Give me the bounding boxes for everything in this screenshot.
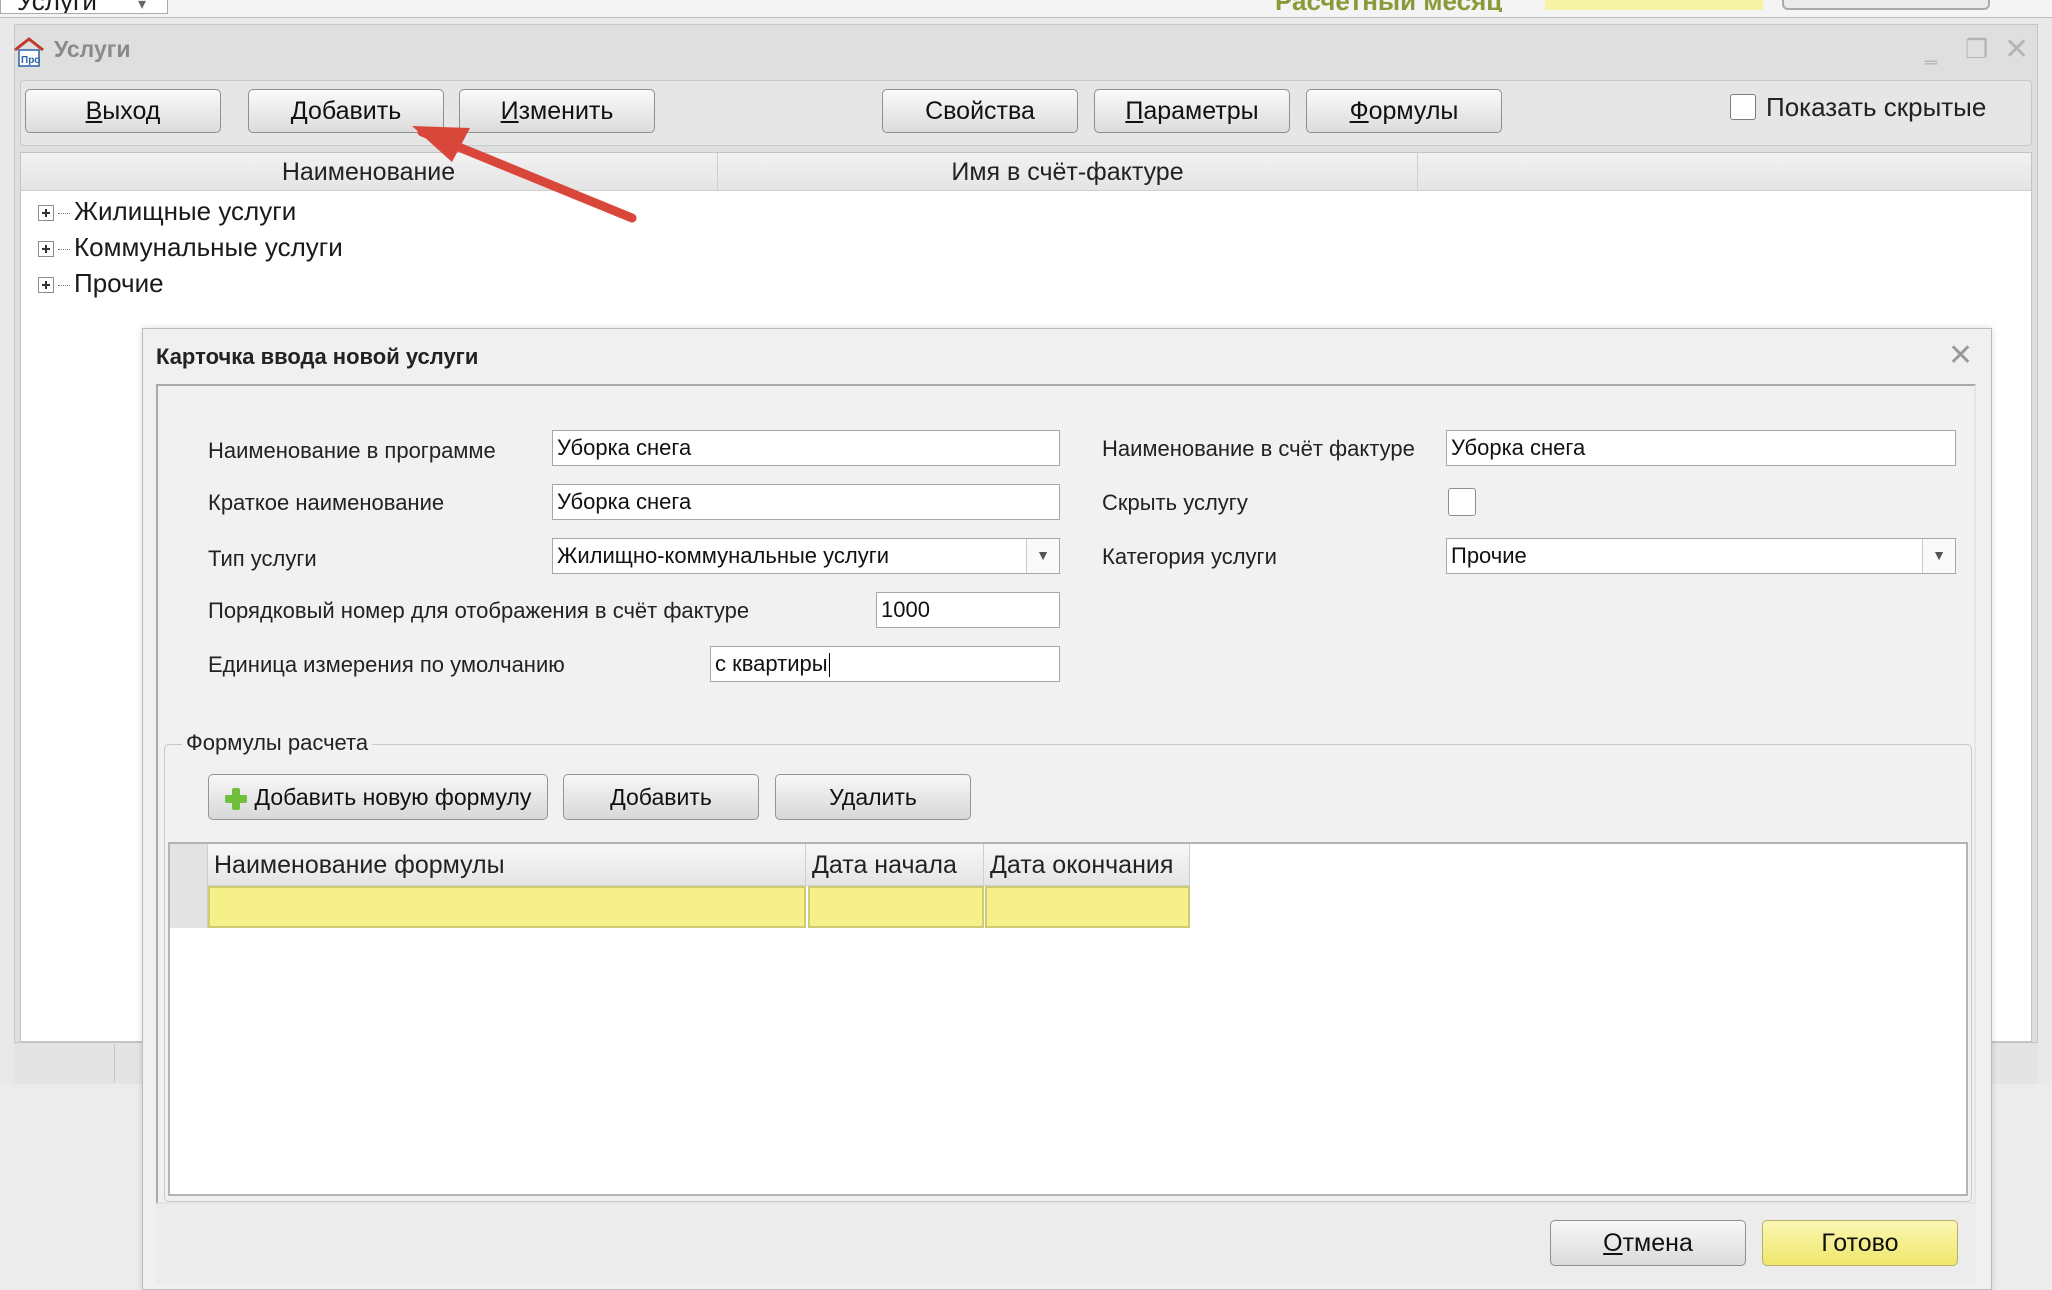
text-caret xyxy=(828,653,830,678)
tree-item-other[interactable]: Прочие xyxy=(38,266,164,300)
unit-input[interactable]: с квартиры xyxy=(710,646,1060,682)
name-program-label: Наименование в программе xyxy=(208,438,496,463)
chevron-down-icon[interactable]: ▼ xyxy=(1922,539,1955,573)
tree-item-housing[interactable]: Жилищные услуги xyxy=(38,194,296,228)
formulas-button[interactable]: Формулы xyxy=(1306,89,1502,133)
tree-item-label: Прочие xyxy=(74,268,164,298)
properties-button[interactable]: Свойства xyxy=(882,89,1078,133)
formula-name-header[interactable]: Наименование формулы xyxy=(208,844,806,886)
show-hidden-label: Показать скрытые xyxy=(1766,92,1987,122)
expand-icon[interactable] xyxy=(38,241,54,258)
formulas-legend: Формулы расчета xyxy=(182,730,373,756)
delete-formula-button[interactable]: Удалить xyxy=(775,774,971,820)
exit-button[interactable]: Выход xyxy=(25,89,221,133)
add-formula-button[interactable]: Добавить xyxy=(563,774,759,820)
chevron-down-icon[interactable]: ▾ xyxy=(138,0,146,14)
top-status-text: Расчетный месяц xyxy=(1275,0,1502,12)
dialog-title: Карточка ввода новой услуги xyxy=(156,344,479,369)
parameters-button[interactable]: Параметры xyxy=(1094,89,1290,133)
add-button[interactable]: Добавить xyxy=(248,89,444,133)
service-type-select[interactable]: Жилищно-коммунальные услуги ▼ xyxy=(552,538,1060,574)
status-separator xyxy=(114,1044,115,1082)
expand-icon[interactable] xyxy=(38,205,54,222)
show-hidden-checkbox[interactable] xyxy=(1730,94,1756,120)
edit-button[interactable]: Изменить xyxy=(459,89,655,133)
order-label: Порядковый номер для отображения в счёт … xyxy=(208,598,750,623)
unit-value: с квартиры xyxy=(715,651,828,676)
order-input[interactable]: 1000 xyxy=(876,592,1060,628)
minimize-icon[interactable]: ‗ xyxy=(1925,40,1949,65)
plus-icon xyxy=(224,787,247,810)
unit-label: Единица измерения по умолчанию xyxy=(208,652,565,677)
formula-name-cell[interactable] xyxy=(208,886,806,928)
invoice-name-label: Наименование в счёт фактуре xyxy=(1102,436,1415,461)
end-date-header[interactable]: Дата окончания xyxy=(984,844,1190,886)
hide-service-label: Скрыть услугу xyxy=(1102,490,1248,515)
top-period-field[interactable] xyxy=(1545,0,1763,10)
chevron-down-icon[interactable]: ▼ xyxy=(1026,539,1059,573)
category-label: Категория услуги xyxy=(1102,544,1277,569)
tree-item-label: Коммунальные услуги xyxy=(74,232,343,262)
column-separator xyxy=(1417,153,1418,191)
short-name-input[interactable]: Уборка снега xyxy=(552,484,1060,520)
name-program-input[interactable]: Уборка снега xyxy=(552,430,1060,466)
expand-icon[interactable] xyxy=(38,277,54,294)
category-select[interactable]: Прочие ▼ xyxy=(1446,538,1956,574)
done-button[interactable]: Готово xyxy=(1762,1220,1958,1266)
cancel-button[interactable]: Отмена xyxy=(1550,1220,1746,1266)
short-name-label: Краткое наименование xyxy=(208,490,445,515)
end-date-cell[interactable] xyxy=(985,886,1190,928)
add-new-formula-button[interactable]: Добавить новую формулу xyxy=(208,774,548,820)
top-combo-value: Услуги xyxy=(17,0,97,13)
window-title: Услуги xyxy=(54,36,131,62)
column-invoice-name-header[interactable]: Имя в счёт-фактуре xyxy=(718,153,1417,191)
invoice-name-input[interactable]: Уборка снега xyxy=(1446,430,1956,466)
service-type-label: Тип услуги xyxy=(208,546,317,571)
start-date-cell[interactable] xyxy=(808,886,984,928)
hide-service-checkbox[interactable] xyxy=(1448,488,1476,516)
service-type-value: Жилищно-коммунальные услуги xyxy=(557,543,890,568)
tree-item-utilities[interactable]: Коммунальные услуги xyxy=(38,230,343,264)
row-indicator-column xyxy=(170,844,208,928)
tree-item-label: Жилищные услуги xyxy=(74,196,297,226)
close-icon[interactable]: ✕ xyxy=(2004,32,2032,66)
top-dropdown-button[interactable] xyxy=(1782,0,1990,10)
start-date-header[interactable]: Дата начала xyxy=(806,844,984,886)
dialog-close-icon[interactable]: ✕ xyxy=(1948,338,1978,372)
app-logo-icon: Про xyxy=(12,36,46,68)
category-value: Прочие xyxy=(1451,543,1527,568)
column-name-header[interactable]: Наименование xyxy=(21,153,716,191)
maximize-icon[interactable]: ❐ xyxy=(1965,34,1993,64)
svg-text:Про: Про xyxy=(21,55,40,66)
